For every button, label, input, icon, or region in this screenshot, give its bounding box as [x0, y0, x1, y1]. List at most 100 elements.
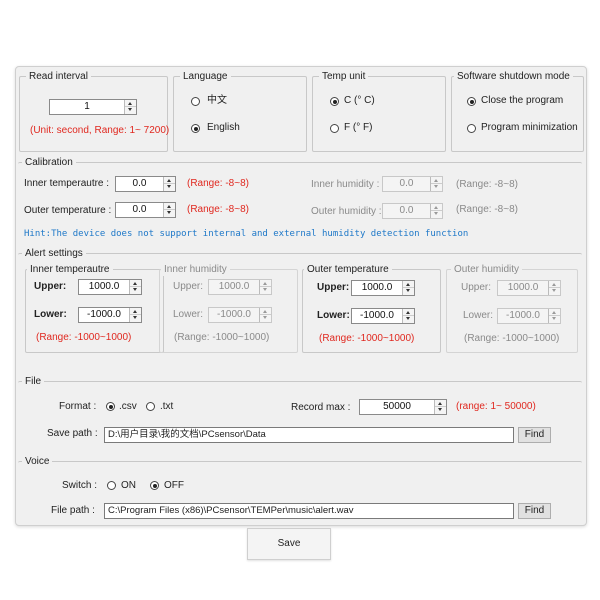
alert-outer-temp-lower-stepper[interactable]: -1000.0 [351, 308, 415, 324]
temp-unit-radio-celsius[interactable] [330, 97, 339, 106]
spin-down-icon[interactable] [403, 316, 414, 323]
file-path-find-button[interactable]: Find [518, 503, 551, 519]
file-path-input[interactable]: C:\Program Files (x86)\PCsensor\TEMPer\m… [104, 503, 514, 519]
alert-inner-temp-upper-spin-buttons[interactable] [129, 280, 141, 294]
spin-up-icon [431, 204, 442, 211]
switch-radio-off[interactable] [150, 481, 159, 490]
spin-down-icon[interactable] [164, 210, 175, 217]
alert-outer-temp-upper-stepper[interactable]: 1000.0 [351, 280, 415, 296]
spin-down-icon[interactable] [130, 315, 141, 322]
spin-up-icon[interactable] [403, 281, 414, 288]
alert-inner-temp-lower-spin-buttons[interactable] [129, 308, 141, 322]
alert-outer-temp-title: Outer temperature [304, 263, 392, 276]
language-title: Language [180, 70, 231, 83]
outer-hum-cal-label: Outer humidity : [311, 206, 382, 217]
alert-inner-hum-lower-stepper: -1000.0 [208, 307, 272, 323]
format-radio-csv[interactable] [106, 402, 115, 411]
language-radio-chinese[interactable] [191, 97, 200, 106]
read-interval-value: 1 [84, 101, 90, 112]
alert-outer-hum-lower-stepper: -1000.0 [497, 308, 561, 324]
alert-inner-temp-upper-label: Upper: [34, 281, 67, 292]
spin-down-icon[interactable] [435, 407, 446, 414]
spin-up-icon[interactable] [164, 203, 175, 210]
alert-outer-hum-range: (Range: -1000~1000) [464, 333, 560, 344]
format-radio-txt[interactable] [146, 402, 155, 411]
read-interval-stepper[interactable]: 1 [49, 99, 137, 115]
alert-outer-temp-upper-value: 1000.0 [361, 282, 393, 293]
voice-group: Voice Switch : ON OFF File path : C:\Pro… [18, 455, 582, 524]
format-option-csv: .csv [119, 401, 137, 412]
outer-hum-cal-stepper: 0.0 [382, 203, 443, 219]
record-max-value: 50000 [383, 401, 411, 412]
language-option-english: English [207, 122, 240, 133]
alert-inner-hum-upper-label: Upper: [173, 281, 204, 292]
alert-outer-hum-upper-stepper: 1000.0 [497, 280, 561, 296]
switch-option-on: ON [121, 480, 136, 491]
alert-outer-temp-lower-label: Lower: [317, 310, 350, 321]
record-max-spin-buttons[interactable] [434, 400, 446, 414]
read-interval-spin-buttons[interactable] [124, 100, 136, 114]
alert-inner-temp-lower-label: Lower: [34, 309, 67, 320]
spin-up-icon[interactable] [435, 400, 446, 407]
shutdown-title: Software shutdown mode [454, 70, 573, 83]
shutdown-option-close: Close the program [481, 95, 564, 106]
inner-temp-cal-stepper[interactable]: 0.0 [115, 176, 176, 192]
save-path-input[interactable]: D:\用户目录\我的文档\PCsensor\Data [104, 427, 514, 443]
inner-hum-cal-range: (Range: -8~8) [456, 179, 518, 190]
inner-hum-cal-value: 0.0 [399, 178, 414, 189]
temp-unit-group: Temp unit C (° C) F (° F) [312, 70, 446, 152]
alert-inner-temp-range: (Range: -1000~1000) [36, 332, 132, 343]
settings-panel: Read interval 1 (Unit: second, Range: 1~… [15, 66, 587, 526]
temp-unit-option-celsius: C (° C) [344, 95, 375, 106]
spin-down-icon [549, 288, 560, 295]
alert-inner-hum-lower-value: -1000.0 [217, 309, 251, 320]
alert-inner-hum-title: Inner humidity [161, 263, 230, 276]
spin-up-icon[interactable] [130, 308, 141, 315]
spin-up-icon[interactable] [130, 280, 141, 287]
outer-hum-cal-spin-buttons [430, 204, 442, 218]
shutdown-radio-minimize[interactable] [467, 124, 476, 133]
shutdown-radio-close[interactable] [467, 97, 476, 106]
alert-inner-temp-lower-stepper[interactable]: -1000.0 [78, 307, 142, 323]
spin-up-icon[interactable] [164, 177, 175, 184]
spin-down-icon[interactable] [125, 107, 136, 114]
save-button[interactable]: Save [247, 528, 331, 560]
record-max-range: (range: 1~ 50000) [456, 401, 536, 412]
alert-inner-hum-upper-spin-buttons [259, 280, 271, 294]
outer-temp-cal-label: Outer temperature : [24, 205, 112, 216]
alert-outer-hum-lower-spin-buttons [548, 309, 560, 323]
spin-down-icon[interactable] [164, 184, 175, 191]
calibration-title: Calibration [22, 156, 76, 169]
spin-down-icon [431, 211, 442, 218]
inner-temp-cal-value: 0.0 [132, 178, 147, 189]
outer-temp-cal-spin-buttons[interactable] [163, 203, 175, 217]
spin-down-icon[interactable] [130, 287, 141, 294]
language-radio-english[interactable] [191, 124, 200, 133]
alert-inner-hum-range: (Range: -1000~1000) [174, 332, 270, 343]
alert-outer-temp-upper-spin-buttons[interactable] [402, 281, 414, 295]
switch-option-off: OFF [164, 480, 184, 491]
inner-temp-cal-spin-buttons[interactable] [163, 177, 175, 191]
spin-down-icon [431, 184, 442, 191]
calibration-group: Calibration Inner temperautre : 0.0 (Ran… [18, 156, 582, 243]
alert-outer-hum-lower-value: -1000.0 [506, 310, 540, 321]
record-max-stepper[interactable]: 50000 [359, 399, 447, 415]
alert-outer-temp-lower-value: -1000.0 [360, 310, 394, 321]
spin-up-icon[interactable] [125, 100, 136, 107]
shutdown-option-minimize: Program minimization [481, 122, 578, 133]
spin-up-icon [431, 177, 442, 184]
temp-unit-radio-fahrenheit[interactable] [330, 124, 339, 133]
alert-inner-temp-upper-stepper[interactable]: 1000.0 [78, 279, 142, 295]
alert-outer-hum-group: Outer humidity Upper: 1000.0 Lower: -100… [446, 263, 578, 353]
save-path-find-button[interactable]: Find [518, 427, 551, 443]
spin-down-icon [260, 315, 271, 322]
spin-down-icon[interactable] [403, 288, 414, 295]
alert-inner-hum-upper-value: 1000.0 [218, 281, 250, 292]
spin-up-icon[interactable] [403, 309, 414, 316]
language-option-chinese: 中文 [207, 95, 227, 106]
switch-label: Switch : [62, 480, 98, 491]
outer-temp-cal-stepper[interactable]: 0.0 [115, 202, 176, 218]
alert-outer-temp-lower-spin-buttons[interactable] [402, 309, 414, 323]
switch-radio-on[interactable] [107, 481, 116, 490]
language-group: Language 中文 English [173, 70, 307, 152]
